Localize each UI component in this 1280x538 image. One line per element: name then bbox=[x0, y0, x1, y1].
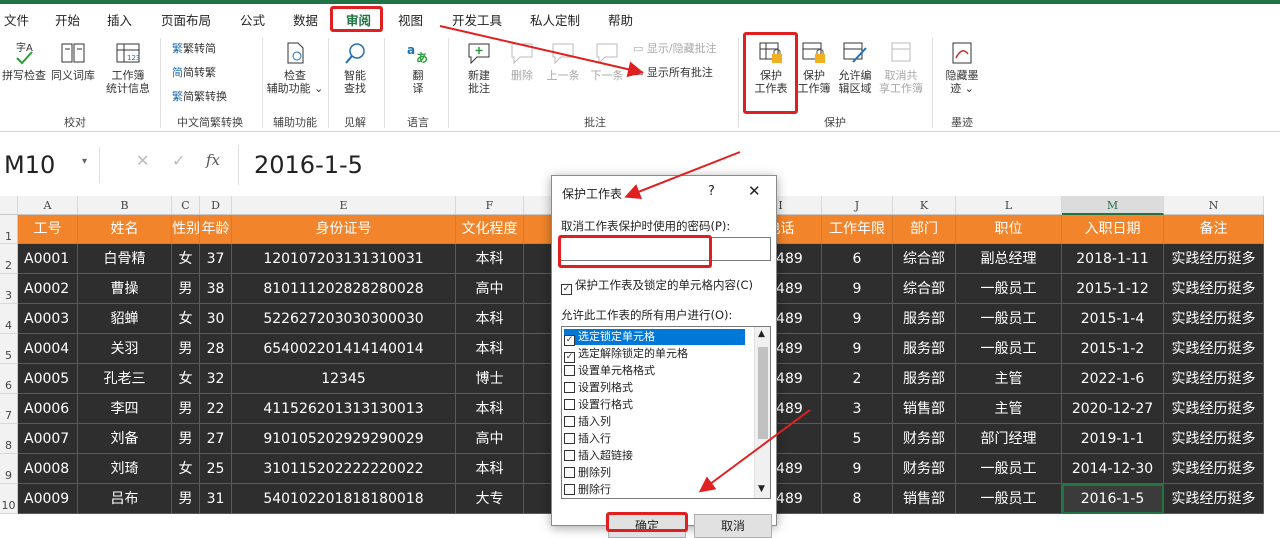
annotation-arrows bbox=[439, 25, 811, 493]
arrow-to-title bbox=[624, 151, 741, 200]
arrow-to-list bbox=[698, 409, 811, 493]
arrow-to-protect bbox=[439, 25, 644, 78]
